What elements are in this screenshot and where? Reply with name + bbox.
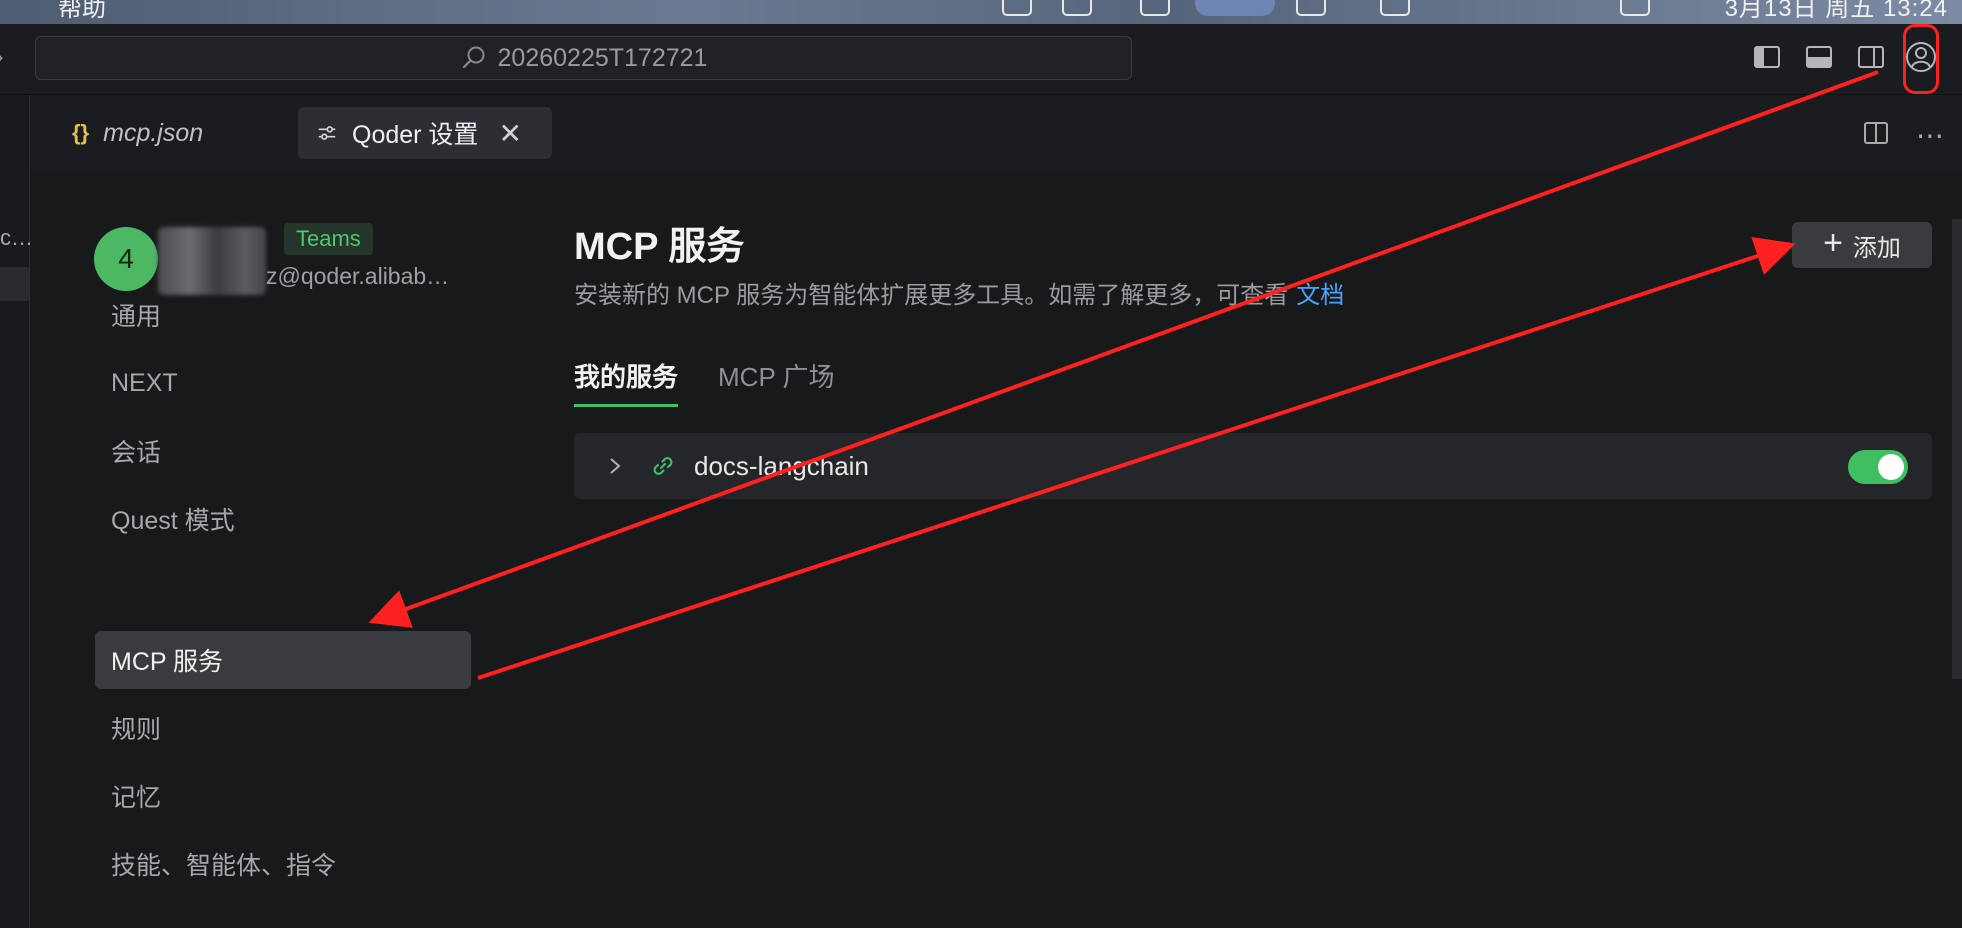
close-icon[interactable]: ✕ <box>498 117 521 150</box>
search-icon <box>462 46 485 69</box>
split-editor-icon[interactable] <box>1862 119 1890 147</box>
more-actions-icon[interactable]: ⋯ <box>1916 119 1944 152</box>
description-text: 安装新的 MCP 服务为智能体扩展更多工具。如需了解更多，可查看 <box>574 282 1289 309</box>
scrollbar[interactable] <box>1952 219 1962 679</box>
explorer-fragment-label[interactable]: c… <box>0 225 33 251</box>
sidebar-item-next[interactable]: NEXT <box>95 354 471 412</box>
sidebar-item-general[interactable]: 通用 <box>95 286 471 344</box>
page-description: 安装新的 MCP 服务为智能体扩展更多工具。如需了解更多，可查看 文档 <box>574 275 1344 310</box>
toggle-secondary-sidebar-icon[interactable] <box>1856 42 1886 72</box>
server-enabled-toggle[interactable] <box>1848 450 1908 484</box>
add-mcp-button[interactable]: + 添加 <box>1792 222 1932 268</box>
plus-icon: + <box>1823 224 1843 262</box>
sidebar-item-chat[interactable]: 会话 <box>95 422 471 480</box>
tab-mcp-json[interactable]: {} mcp.json <box>54 107 221 159</box>
command-center-search[interactable]: 20260225T172721 <box>35 36 1132 80</box>
tab-my-services[interactable]: 我的服务 <box>574 357 679 407</box>
menubar-help-label[interactable]: 帮助 <box>58 0 106 23</box>
menubar-status-icon[interactable] <box>1140 0 1170 16</box>
sidebar-item-skills-agents-commands[interactable]: 技能、智能体、指令 <box>95 835 471 893</box>
menubar-status-icon[interactable] <box>1620 0 1650 16</box>
redacted-username <box>158 227 266 295</box>
server-name: docs-langchain <box>694 450 869 481</box>
json-braces-icon: {} <box>72 120 90 145</box>
sidebar-item-mcp-services[interactable]: MCP 服务 <box>95 631 471 689</box>
toggle-primary-sidebar-icon[interactable] <box>1752 42 1782 72</box>
tab-qoder-settings[interactable]: Qoder 设置 ✕ <box>298 107 552 159</box>
page-title: MCP 服务 <box>574 226 745 268</box>
title-bar: › 20260225T172721 <box>0 24 1962 95</box>
avatar[interactable]: 4 <box>94 227 158 291</box>
sidebar-item-rules[interactable]: 规则 <box>95 699 471 757</box>
sidebar-item-memory[interactable]: 记忆 <box>95 767 471 825</box>
sidebar-item-quest-mode[interactable]: Quest 模式 <box>95 490 471 548</box>
tab-label: Qoder 设置 <box>352 121 479 149</box>
menubar-active-app-icon[interactable] <box>1195 0 1275 16</box>
menubar-status-icon[interactable] <box>1062 0 1092 16</box>
menubar-clock[interactable]: 3月13日 周五 13:24 <box>1725 0 1948 23</box>
layout-toggles <box>1752 42 1886 72</box>
tab-label: mcp.json <box>103 118 204 147</box>
mcp-subtabs: 我的服务 MCP 广场 <box>574 357 835 407</box>
menubar-status-icon[interactable] <box>1296 0 1326 16</box>
chevron-right-icon[interactable] <box>604 455 626 477</box>
menubar-status-icon[interactable] <box>1002 0 1032 16</box>
settings-sliders-icon <box>318 126 336 140</box>
settings-page: 4 Teams z@qoder.alibab… 通用 NEXT 会话 Quest… <box>30 171 1962 928</box>
editor-actions: ⋯ <box>1862 119 1944 152</box>
system-menubar: 帮助 3月13日 周五 13:24 <box>0 0 1962 24</box>
teams-badge: Teams <box>284 223 373 255</box>
tab-mcp-marketplace[interactable]: MCP 广场 <box>718 357 835 407</box>
editor-tab-bar: {} mcp.json Qoder 设置 ✕ ⋯ <box>30 95 1962 171</box>
link-icon <box>653 457 673 475</box>
menubar-status-icon[interactable] <box>1380 0 1410 16</box>
mcp-server-row[interactable]: docs-langchain <box>574 433 1932 499</box>
annotation-highlight-box <box>1903 24 1939 94</box>
add-button-label: 添加 <box>1852 234 1901 262</box>
toggle-knob <box>1878 454 1904 480</box>
chevron-right-icon[interactable]: › <box>0 44 3 70</box>
search-text: 20260225T172721 <box>497 43 708 72</box>
explorer-selected-item[interactable] <box>0 267 29 301</box>
docs-link[interactable]: 文档 <box>1296 282 1344 309</box>
activity-bar: c… <box>0 95 33 928</box>
toggle-panel-icon[interactable] <box>1804 42 1834 72</box>
